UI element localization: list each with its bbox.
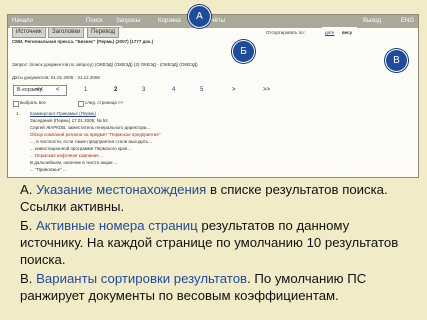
result-meta: Заседания (Пермь) 17.01.2005; № 54 (30, 118, 108, 123)
select-all-checkbox[interactable] (13, 101, 19, 107)
result-line-4: ... инвестиционной программе Пермского к… (30, 146, 132, 151)
legend-c-prefix: В. (20, 271, 37, 286)
select-all-label: выбрать все (20, 100, 46, 105)
legend-b-prefix: Б. (20, 218, 36, 233)
page-first[interactable]: << (36, 87, 43, 94)
tab-exit[interactable]: Выход (363, 17, 381, 26)
tab-start[interactable]: Начало (12, 17, 33, 26)
legend-a-prefix: А. (20, 182, 37, 197)
callout-a-badge: А (188, 5, 211, 28)
page-last[interactable]: >> (263, 87, 270, 94)
dates-line: Даты документов: 01.01.2005 - 31.12.2006 (12, 75, 100, 80)
location-highlight (10, 26, 122, 39)
result-line-2: Обзор компаний региона на предмет "Пермс… (30, 132, 161, 137)
legend-c-highlight: Варианты сортировки результатов (36, 271, 248, 286)
callout-b-badge: Б (232, 40, 255, 63)
pages-highlight (79, 84, 214, 98)
page-next[interactable]: > (232, 87, 236, 94)
legend-text: А. Указание местонахождения в списке рез… (20, 181, 412, 306)
select-page-label[interactable]: след. страница >> (85, 100, 123, 105)
result-number: 1. (16, 111, 20, 116)
sort-label: Отсортировать по: (266, 30, 305, 35)
tab-queries[interactable]: Запросы (116, 17, 140, 26)
result-line-6: В дальнейшем, наличие в тексте акции ... (30, 160, 118, 165)
tab-cart[interactable]: Корзина (158, 17, 181, 26)
legend-a-highlight: Указание местонахождения (36, 182, 207, 197)
legend-b: Б. Активные номера страниц результатов п… (20, 217, 412, 268)
tab-search[interactable]: Поиск (86, 17, 103, 26)
result-line-5: ... Пермская нефтяная компания ... (30, 153, 104, 158)
page-prev[interactable]: < (56, 87, 60, 94)
legend-c: В. Варианты сортировки результатов. По у… (20, 270, 412, 304)
select-page-checkbox[interactable] (78, 101, 84, 107)
result-title[interactable]: Коммерсант-Прикамье (Пермь) (30, 111, 96, 116)
query-line: Запрос: (поиск документов по запросу) (О… (12, 62, 198, 67)
result-line-3: ..., в частности, если такие предприятия… (30, 139, 153, 144)
result-line-1: Сергей ЖАРКОВ, заместитель генерального … (30, 125, 151, 130)
tab-eng[interactable]: ENG (401, 17, 414, 26)
callout-c-badge: В (385, 49, 408, 72)
result-line-7: ... "Приволжье" ... (30, 167, 67, 172)
legend-a: А. Указание местонахождения в списке рез… (20, 181, 412, 215)
results-title: СМИ. Региональная пресса. "Бизнес" (Перм… (12, 39, 154, 44)
legend-b-highlight: Активные номера страниц (35, 218, 198, 233)
